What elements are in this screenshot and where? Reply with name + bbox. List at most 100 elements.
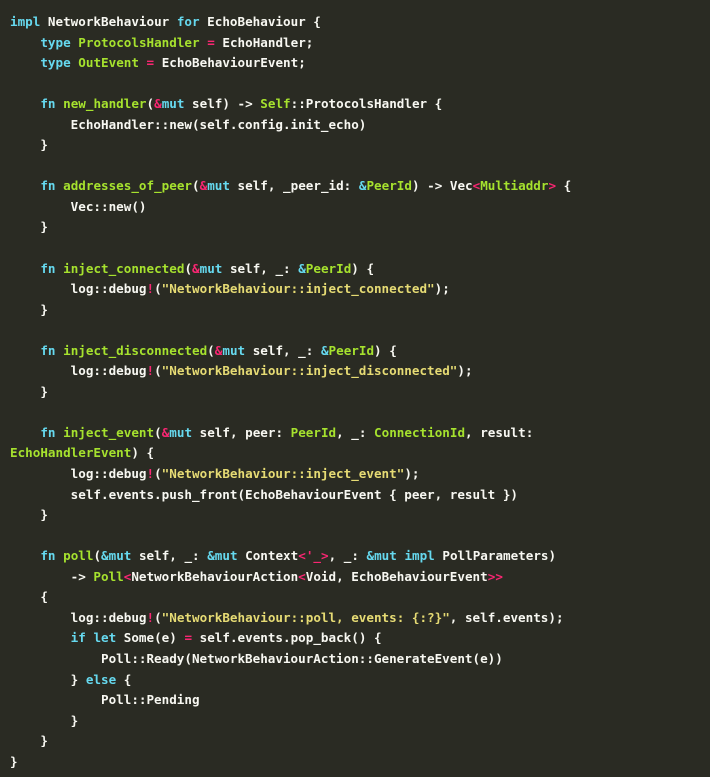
code-token-pln: , _:	[328, 548, 367, 564]
code-token-pln	[10, 55, 40, 70]
code-token-typ: Poll	[93, 568, 124, 584]
code-token-op: <'_>	[298, 548, 329, 564]
code-line: fn inject_event(&mut self, peer: PeerId,…	[10, 423, 710, 444]
code-token-op: !	[146, 281, 155, 297]
code-token-op: !	[146, 363, 155, 379]
code-token-pln	[139, 55, 147, 70]
code-token-kw: fn	[40, 260, 56, 276]
code-line: impl NetworkBehaviour for EchoBehaviour …	[10, 12, 710, 33]
code-line: }	[10, 752, 710, 773]
code-token-op: <	[298, 568, 306, 584]
code-token-pln: (	[154, 424, 162, 440]
code-token-str: "NetworkBehaviour::poll, events: {:?}"	[161, 609, 450, 625]
code-token-pln: log::debug	[10, 281, 147, 297]
code-token-pln: ) {	[351, 260, 375, 276]
code-line: } else {	[10, 670, 710, 691]
code-line: fn addresses_of_peer(&mut self, _peer_id…	[10, 176, 710, 197]
code-token-pln: ) -> Vec	[411, 178, 473, 194]
code-token-op: !	[146, 609, 155, 625]
code-token-pln: );	[457, 363, 473, 379]
code-token-kw: mut	[199, 260, 223, 276]
code-token-kw: fn	[40, 178, 56, 194]
code-token-pln: log::debug	[10, 363, 147, 379]
code-token-kw: mut	[222, 342, 246, 358]
code-token-fnc: new_handler	[63, 96, 147, 112]
code-token-pln: (	[154, 363, 162, 379]
code-token-pln: (	[207, 342, 215, 358]
code-token-pln: NetworkBehaviour	[40, 14, 177, 29]
code-token-fnc: inject_connected	[63, 260, 185, 276]
code-token-pln: }	[10, 383, 48, 399]
code-token-pln: self) ->	[184, 96, 261, 112]
code-token-pln: (	[184, 260, 193, 276]
code-token-pln: Some(e)	[116, 630, 185, 646]
code-token-typ: OutEvent	[78, 55, 139, 71]
code-token-pln: self.events.pop_back() {	[192, 630, 382, 646]
code-token-op: =	[207, 34, 215, 50]
code-token-pln: PollParameters)	[434, 548, 557, 564]
code-line: if let Some(e) = self.events.pop_back() …	[10, 628, 710, 649]
code-token-pln	[10, 261, 40, 276]
code-line: log::debug!("NetworkBehaviour::inject_di…	[10, 361, 710, 382]
code-token-pln	[56, 548, 64, 563]
code-token-kw: &mut	[207, 548, 238, 564]
code-token-typ: Multiaddr	[480, 178, 549, 194]
code-token-pln: self, _:	[131, 548, 208, 564]
code-token-kw: fn	[40, 342, 56, 358]
code-token-kw: mut	[169, 424, 193, 440]
code-token-typ: EchoHandlerEvent	[10, 445, 132, 461]
code-token-str: "NetworkBehaviour::inject_disconnected"	[161, 363, 458, 379]
code-token-pln	[10, 630, 71, 645]
code-token-typ: ConnectionId	[374, 424, 466, 440]
code-token-kw: fn	[40, 548, 56, 564]
code-token-pln: Vec::new()	[10, 198, 147, 214]
code-token-pln: );	[434, 281, 450, 297]
code-line: -> Poll<NetworkBehaviourAction<Void, Ech…	[10, 567, 710, 588]
code-line: fn inject_disconnected(&mut self, _: &Pe…	[10, 341, 710, 362]
code-line: log::debug!("NetworkBehaviour::inject_co…	[10, 279, 710, 300]
code-token-pln: {	[556, 178, 572, 194]
code-token-pln: {	[10, 589, 48, 605]
code-line: self.events.push_front(EchoBehaviourEven…	[10, 485, 710, 506]
code-token-pln: Poll::Pending	[10, 692, 200, 708]
code-token-pln: , self.events);	[449, 609, 564, 625]
code-line: Poll::Ready(NetworkBehaviourAction::Gene…	[10, 649, 710, 670]
code-token-pln: }	[10, 507, 48, 523]
code-token-pln: EchoHandler::new(self.config.init_echo)	[10, 116, 367, 132]
code-line: log::debug!("NetworkBehaviour::poll, eve…	[10, 608, 710, 629]
code-token-typ: ProtocolsHandler	[78, 34, 200, 50]
code-token-pln: (	[154, 609, 162, 625]
code-token-pln	[56, 343, 64, 358]
code-token-kw: mut	[161, 96, 185, 112]
code-token-pln: (	[154, 281, 162, 297]
code-token-pln: self, _:	[245, 342, 321, 358]
code-token-kw: let	[93, 630, 117, 646]
code-token-str: "NetworkBehaviour::inject_event"	[161, 466, 405, 482]
code-token-pln: , _:	[336, 424, 375, 440]
code-token-pln: }	[10, 301, 48, 317]
code-line: }	[10, 505, 710, 526]
code-line: log::debug!("NetworkBehaviour::inject_ev…	[10, 464, 710, 485]
code-token-pln: log::debug	[10, 466, 147, 482]
code-token-pln	[10, 425, 40, 440]
code-token-kw: impl	[10, 14, 41, 29]
code-token-kw: &mut	[366, 548, 397, 564]
code-token-pln	[56, 261, 64, 276]
code-token-pln: }	[10, 712, 79, 728]
code-token-op: &	[154, 96, 162, 112]
code-line: }	[10, 382, 710, 403]
code-token-pln	[56, 425, 64, 440]
code-token-op: =	[184, 630, 193, 646]
code-token-pln: EchoBehaviourEvent;	[154, 55, 306, 71]
code-token-pln: self.events.push_front(EchoBehaviourEven…	[10, 486, 518, 502]
code-token-typ: PeerId	[305, 260, 352, 276]
code-line: {	[10, 587, 710, 608]
code-editor-view[interactable]: impl NetworkBehaviour for EchoBehaviour …	[0, 0, 710, 777]
code-token-pln: (	[93, 548, 102, 564]
code-token-pln: log::debug	[10, 609, 147, 625]
code-token-kw: &	[298, 260, 306, 276]
